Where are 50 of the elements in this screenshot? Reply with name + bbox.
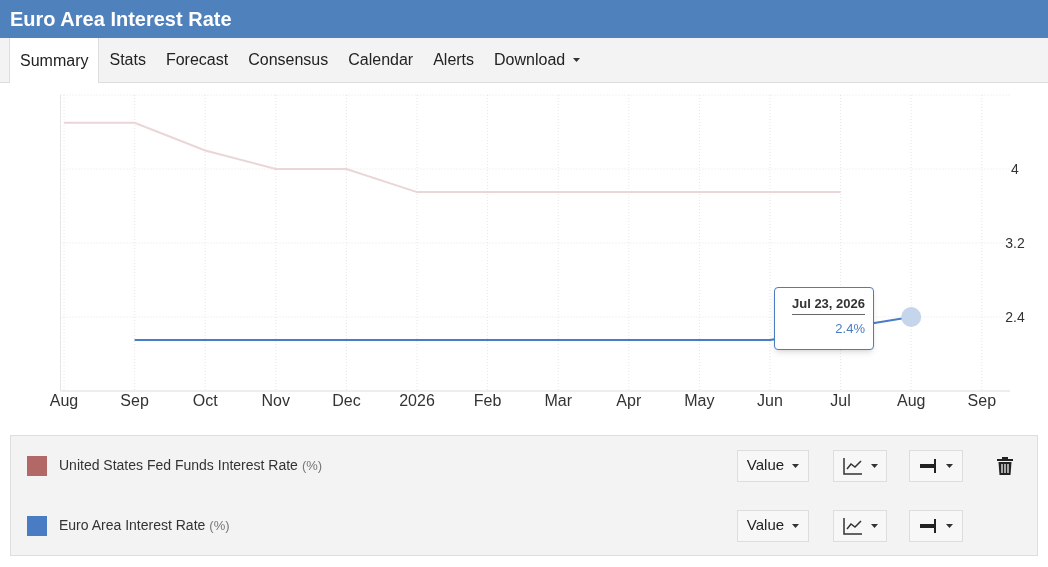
- x-tick-label: Sep: [120, 392, 149, 409]
- value-dropdown[interactable]: Value: [737, 449, 809, 482]
- tab[interactable]: Calendar: [338, 38, 424, 82]
- x-tick-label: Aug: [896, 392, 926, 409]
- caret-icon: [945, 463, 953, 468]
- window-title: Euro Area Interest Rate: [10, 7, 232, 32]
- y-tick-label: 4: [1011, 161, 1019, 177]
- caret-icon: [792, 463, 800, 468]
- line-chart-icon: [842, 456, 863, 475]
- x-tick-label: Jun: [757, 392, 783, 409]
- x-tick-label: Apr: [616, 392, 642, 409]
- axis-side-icon: [919, 518, 938, 533]
- tooltip-date: Jul 23, 2026: [792, 296, 865, 315]
- x-tick-label: Jul: [830, 392, 851, 409]
- x-tick-label: May: [684, 392, 715, 409]
- x-tick-label: Sep: [967, 392, 997, 409]
- caret-icon: [870, 463, 878, 468]
- series-unit: (%): [301, 456, 323, 475]
- caret-icon: [573, 58, 581, 62]
- tab[interactable]: Forecast: [155, 38, 239, 82]
- tab[interactable]: Consensus: [238, 38, 339, 82]
- x-tick-label: Feb: [473, 392, 502, 409]
- axis-side-icon: [919, 458, 938, 473]
- axis-dropdown[interactable]: [909, 449, 963, 482]
- tooltip-value: 2.4%: [835, 321, 865, 337]
- chart-type-dropdown[interactable]: [833, 449, 887, 482]
- series-name: Euro Area Interest Rate: [59, 516, 206, 535]
- y-tick-label: 2.4: [1005, 309, 1025, 325]
- axis-dropdown[interactable]: [909, 509, 963, 542]
- x-tick-label: 2026: [399, 392, 435, 409]
- tab[interactable]: Summary: [9, 38, 100, 83]
- caret-icon: [792, 523, 800, 528]
- value-dropdown[interactable]: Value: [737, 509, 809, 542]
- x-tick-label: Nov: [261, 392, 291, 409]
- chart-type-dropdown[interactable]: [833, 509, 887, 542]
- x-tick-label: Mar: [544, 392, 572, 409]
- y-tick-label: 3.2: [1005, 235, 1025, 251]
- series-unit: (%): [209, 516, 230, 535]
- x-tick-label: Oct: [192, 392, 218, 409]
- series-name: United States Fed Funds Interest Rate: [59, 456, 298, 475]
- caret-icon: [945, 523, 953, 528]
- trash-icon[interactable]: [997, 456, 1013, 475]
- download-menu[interactable]: Download: [484, 38, 591, 82]
- x-tick-label: Dec: [332, 392, 361, 409]
- line-chart-icon: [842, 516, 863, 535]
- caret-icon: [870, 523, 878, 528]
- x-tick-label: Aug: [49, 392, 79, 409]
- tab[interactable]: Alerts: [423, 38, 485, 82]
- hover-point: [901, 307, 922, 327]
- tab[interactable]: Stats: [99, 38, 156, 82]
